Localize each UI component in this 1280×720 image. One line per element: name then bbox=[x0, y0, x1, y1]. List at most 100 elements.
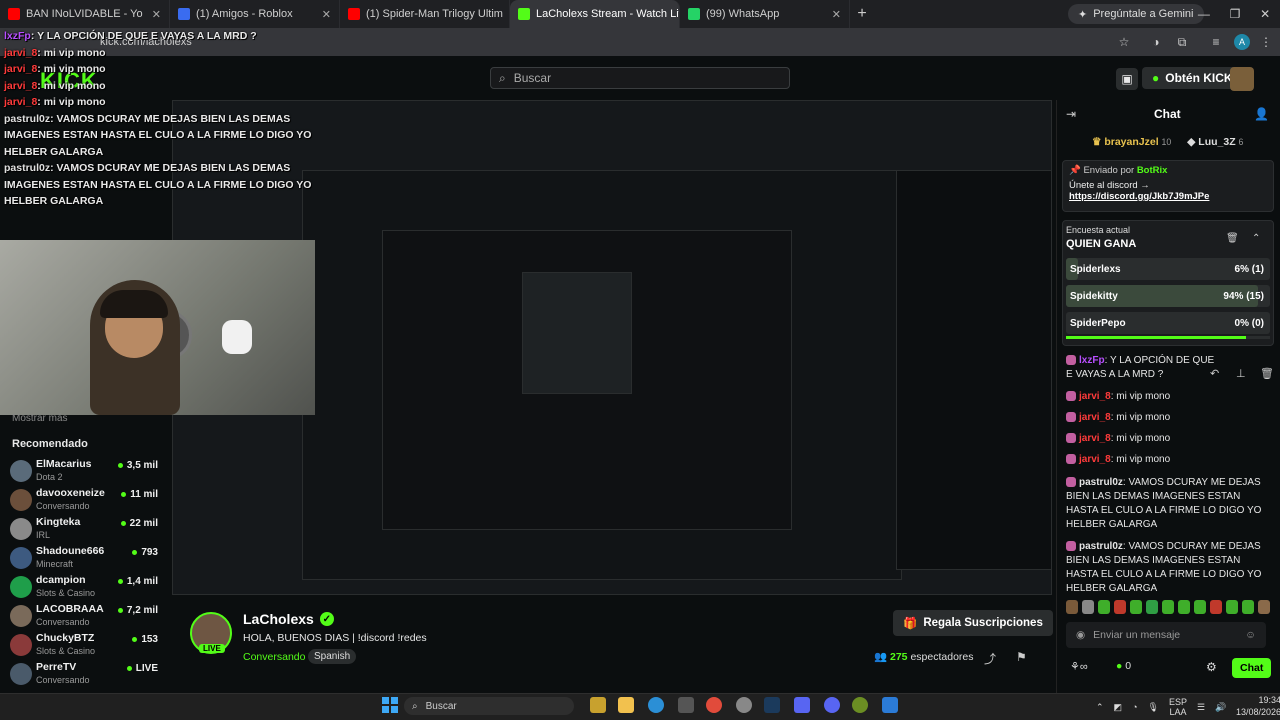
kicks-balance[interactable]: ● 0 bbox=[1116, 660, 1131, 672]
stream-category[interactable]: Conversando bbox=[243, 651, 305, 663]
leader-1[interactable]: ♛ brayanJzel 10 bbox=[1092, 136, 1171, 148]
recommended-channel[interactable]: LACOBRAAA Conversando 7,2 mil bbox=[10, 601, 170, 629]
edge-icon[interactable] bbox=[648, 697, 664, 713]
microphone-icon[interactable]: 🎙 bbox=[1148, 702, 1159, 713]
chat-extras-icon[interactable]: ⚘∞ bbox=[1070, 660, 1088, 673]
browser-tab[interactable]: (1) Amigos - Roblox ✕ bbox=[170, 0, 340, 28]
gift-subs-button[interactable]: 🎁 Regala Suscripciones bbox=[893, 610, 1053, 636]
user-avatar[interactable] bbox=[1230, 67, 1254, 91]
share-icon[interactable]: ⤴ bbox=[984, 650, 996, 667]
language-tag[interactable]: Spanish bbox=[308, 649, 357, 664]
emote-icon[interactable] bbox=[1066, 600, 1078, 614]
taskbar-search[interactable]: ⌕ Buscar bbox=[404, 697, 574, 715]
emote-icon[interactable] bbox=[1178, 600, 1190, 614]
poll-option[interactable]: Spidekitty 94% (15) bbox=[1066, 285, 1270, 307]
recommended-channel[interactable]: Shadoune666 Minecraft 793 bbox=[10, 543, 170, 571]
profile-avatar[interactable]: A bbox=[1234, 34, 1250, 50]
delete-icon[interactable]: 🗑 bbox=[1260, 367, 1274, 380]
bookmark-star-icon[interactable]: ☆ bbox=[1116, 34, 1132, 50]
extension-icon[interactable]: ◑ bbox=[1148, 34, 1164, 50]
browser-tab[interactable]: BAN INoLVIDABLE - Yo ✕ bbox=[0, 0, 170, 28]
browser-tab[interactable]: (99) WhatsApp ✕ bbox=[680, 0, 850, 28]
reply-icon[interactable]: ↶ bbox=[1210, 367, 1219, 380]
emote-icon[interactable] bbox=[1242, 600, 1254, 614]
new-tab-icon[interactable]: + bbox=[850, 0, 874, 28]
show-more-link[interactable]: Mostrar más bbox=[12, 413, 68, 424]
puzzle-icon[interactable]: ⧉ bbox=[1174, 34, 1190, 50]
emote-icon[interactable] bbox=[1114, 600, 1126, 614]
emote-icon[interactable] bbox=[1226, 600, 1238, 614]
browser-tab[interactable]: LaCholexs Stream - Watch Live✕ bbox=[510, 0, 680, 28]
recommended-channel[interactable]: PerreTV Conversando LIVE bbox=[10, 659, 170, 687]
emote-icon[interactable] bbox=[1210, 600, 1222, 614]
clock[interactable]: 19:34 13/08/2026 bbox=[1236, 694, 1280, 718]
leader-2[interactable]: ◆ Luu_3Z 6 bbox=[1187, 136, 1243, 148]
recommended-channel[interactable]: ChuckyBTZ Slots & Casino 153 bbox=[10, 630, 170, 658]
poll-option[interactable]: Spiderlexs 6% (1) bbox=[1066, 258, 1270, 280]
chat-message[interactable]: lxzFp: Y LA OPCIÓN DE QUE E VAYAS A LA M… bbox=[1066, 354, 1216, 382]
pin-message-icon[interactable]: ⊥ bbox=[1236, 367, 1246, 380]
emote-icon[interactable] bbox=[1130, 600, 1142, 614]
theater-mode-icon[interactable]: ▣ bbox=[1116, 68, 1138, 90]
tab-close-icon[interactable]: ✕ bbox=[832, 8, 841, 21]
chat-message[interactable]: jarvi_8: mi vip mono bbox=[1066, 411, 1266, 425]
trash-icon[interactable]: 🗑 bbox=[1226, 233, 1239, 244]
send-chat-button[interactable]: Chat bbox=[1232, 658, 1272, 678]
emote-icon[interactable] bbox=[1162, 600, 1174, 614]
channel-name[interactable]: LaCholexs ✓ bbox=[243, 611, 334, 627]
tab-close-icon[interactable]: ✕ bbox=[152, 8, 161, 21]
photos-icon[interactable] bbox=[882, 697, 898, 713]
smiley-icon[interactable]: ☺ bbox=[1245, 629, 1256, 641]
store-icon[interactable] bbox=[678, 697, 694, 713]
close-icon[interactable]: ✕ bbox=[1260, 7, 1270, 21]
gemini-button[interactable]: ✦ Pregúntale a Gemini bbox=[1068, 4, 1204, 24]
wifi-status-icon[interactable]: ☰ bbox=[1197, 702, 1205, 713]
chat-message[interactable]: pastrul0z: VAMOS DCURAY ME DEJAS BIEN LA… bbox=[1066, 476, 1266, 532]
emote-icon[interactable] bbox=[1098, 600, 1110, 614]
discord-icon[interactable] bbox=[824, 697, 840, 713]
discord-link[interactable]: https://discord.gg/Jkb7J9mJPe bbox=[1069, 191, 1267, 202]
search-input[interactable]: ⌕ Buscar bbox=[490, 67, 790, 89]
viewer-count: 153 bbox=[132, 634, 158, 645]
recommended-channel[interactable]: ElMacarius Dota 2 3,5 mil bbox=[10, 456, 170, 484]
chat-message[interactable]: jarvi_8: mi vip mono bbox=[1066, 453, 1266, 467]
emote-icon[interactable] bbox=[1258, 600, 1270, 614]
recommended-channel[interactable]: davooxeneize Conversando 11 mil bbox=[10, 485, 170, 513]
chevron-up-icon[interactable]: ⌃ bbox=[1252, 233, 1260, 244]
tab-close-icon[interactable]: ✕ bbox=[322, 8, 331, 21]
language-indicator[interactable]: ESP LAA bbox=[1169, 697, 1187, 717]
settings-gear-icon[interactable]: ⚙ bbox=[1206, 660, 1217, 674]
chat-message[interactable]: jarvi_8: mi vip mono bbox=[1066, 390, 1266, 404]
emote-icon[interactable] bbox=[1082, 600, 1094, 614]
chat-input[interactable]: ◉ Enviar un mensaje ☺ bbox=[1066, 622, 1266, 648]
chat-users-icon[interactable]: 👤 bbox=[1254, 107, 1269, 121]
minimize-icon[interactable]: — bbox=[1198, 7, 1210, 21]
chat-message[interactable]: pastrul0z: VAMOS DCURAY ME DEJAS BIEN LA… bbox=[1066, 540, 1266, 596]
poll-option[interactable]: SpiderPepo 0% (0) bbox=[1066, 312, 1270, 334]
collapse-chat-icon[interactable]: ⇥ bbox=[1066, 107, 1076, 121]
report-flag-icon[interactable]: ⚑ bbox=[1016, 650, 1027, 664]
chat-emoji-icon[interactable]: ◉ bbox=[1076, 629, 1085, 641]
emote-icon[interactable] bbox=[1146, 600, 1158, 614]
wifi-icon[interactable]: ◔ bbox=[1132, 702, 1137, 712]
chat-message[interactable]: jarvi_8: mi vip mono bbox=[1066, 432, 1266, 446]
stream-title: HOLA, BUENOS DIAS | !discord !redes bbox=[243, 632, 427, 644]
xbox-icon[interactable] bbox=[852, 697, 868, 713]
menu-list-icon[interactable]: ≡ bbox=[1208, 34, 1224, 50]
maximize-icon[interactable]: ❐ bbox=[1230, 7, 1241, 21]
windows-start-icon[interactable] bbox=[382, 697, 398, 713]
obs-icon[interactable] bbox=[736, 697, 752, 713]
browser-tab[interactable]: (1) Spider-Man Trilogy Ultim✕ bbox=[340, 0, 510, 28]
kebab-menu-icon[interactable]: ⋮ bbox=[1258, 34, 1274, 50]
recommended-channel[interactable]: dcampion Slots & Casino 1,4 mil bbox=[10, 572, 170, 600]
network-icon[interactable]: ◩ bbox=[1114, 702, 1123, 713]
widgets-icon[interactable] bbox=[590, 697, 606, 713]
emote-icon[interactable] bbox=[1194, 600, 1206, 614]
volume-icon[interactable]: 🔊 bbox=[1215, 702, 1226, 713]
file-explorer-icon[interactable] bbox=[618, 697, 634, 713]
chevron-up-icon[interactable]: ⌃ bbox=[1096, 702, 1104, 713]
recommended-channel[interactable]: Kingteka IRL 22 mil bbox=[10, 514, 170, 542]
steam-icon[interactable] bbox=[764, 697, 780, 713]
chrome-icon[interactable] bbox=[706, 697, 722, 713]
app-icon[interactable] bbox=[794, 697, 810, 713]
